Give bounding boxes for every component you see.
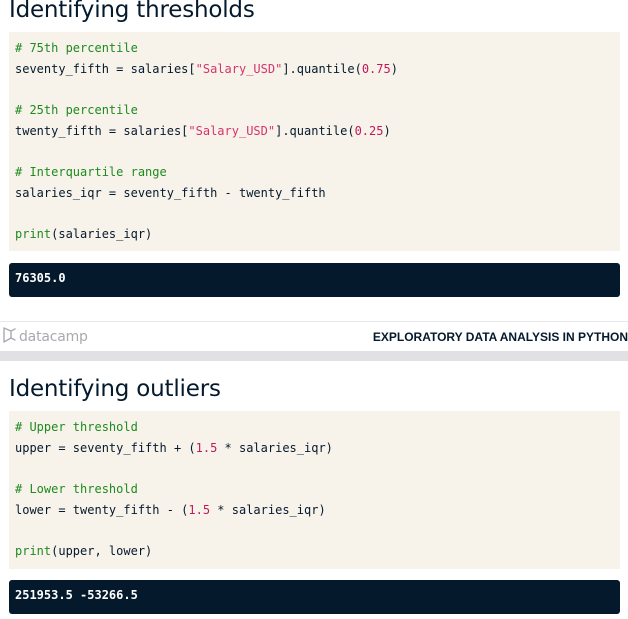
code-line: lower = twenty_fifth - (1.5 * salaries_i… — [15, 500, 614, 521]
code-function: print — [15, 544, 52, 559]
code-text: seventy_fifth = salaries[ — [15, 61, 196, 76]
code-line: twenty_fifth = salaries["Salary_USD"].qu… — [15, 121, 614, 142]
code-line: # Interquartile range — [15, 162, 614, 183]
datacamp-logo-icon — [2, 326, 16, 348]
code-text: lower = twenty_fifth - ( — [15, 502, 189, 517]
code-text: salaries_iqr = seventy_fifth - twenty_fi… — [15, 185, 326, 200]
datacamp-logo: datacamp — [2, 326, 88, 348]
code-line: # 75th percentile — [15, 38, 614, 59]
code-line: upper = seventy_fifth + (1.5 * salaries_… — [15, 438, 614, 459]
code-number: 0.25 — [354, 123, 384, 138]
output-block-thresholds: 76305.0 — [9, 263, 620, 297]
code-comment: # 75th percentile — [15, 41, 138, 55]
code-text: ) — [390, 61, 398, 76]
code-number: 0.75 — [361, 61, 391, 76]
slide-title-outliers: Identifying outliers — [9, 376, 221, 402]
code-line: # Upper threshold — [15, 417, 614, 438]
code-comment: # Upper threshold — [15, 420, 138, 434]
code-comment: # Lower threshold — [15, 482, 138, 497]
code-string: "Salary_USD" — [195, 61, 283, 76]
code-text: upper = seventy_fifth + ( — [15, 440, 196, 455]
code-block-outliers[interactable]: # Upper threshold upper = seventy_fifth … — [9, 411, 620, 569]
code-text: twenty_fifth = salaries[ — [15, 123, 189, 138]
code-text: (upper, lower) — [51, 544, 153, 559]
code-block-thresholds[interactable]: # 75th percentile seventy_fifth = salari… — [9, 32, 620, 251]
code-text: ) — [383, 123, 391, 138]
code-number: 1.5 — [195, 440, 218, 455]
code-function: print — [15, 227, 52, 242]
course-title: EXPLORATORY DATA ANALYSIS IN PYTHON — [372, 330, 628, 344]
code-text: (salaries_iqr) — [51, 227, 153, 242]
code-line: salaries_iqr = seventy_fifth - twenty_fi… — [15, 183, 614, 204]
output-block-outliers: 251953.5 -53266.5 — [9, 580, 620, 614]
code-comment: # 25th percentile — [15, 103, 138, 118]
code-comment: # Interquartile range — [15, 165, 167, 180]
code-text: * salaries_iqr) — [210, 502, 326, 517]
code-line: seventy_fifth = salaries["Salary_USD"].q… — [15, 59, 614, 80]
datacamp-logo-text: datacamp — [19, 329, 88, 345]
code-line: # Lower threshold — [15, 479, 614, 500]
slide-footer: datacamp EXPLORATORY DATA ANALYSIS IN PY… — [0, 321, 628, 352]
code-string: "Salary_USD" — [188, 123, 276, 138]
code-line: print(salaries_iqr) — [15, 224, 614, 245]
code-text: ].quantile( — [275, 123, 355, 138]
slide-divider — [0, 351, 628, 361]
slide-title-thresholds: Identifying thresholds — [9, 0, 255, 23]
code-text: * salaries_iqr) — [217, 440, 333, 455]
code-text: ].quantile( — [282, 61, 362, 76]
code-line: # 25th percentile — [15, 100, 614, 121]
code-line: print(upper, lower) — [15, 541, 614, 562]
code-number: 1.5 — [188, 502, 211, 517]
